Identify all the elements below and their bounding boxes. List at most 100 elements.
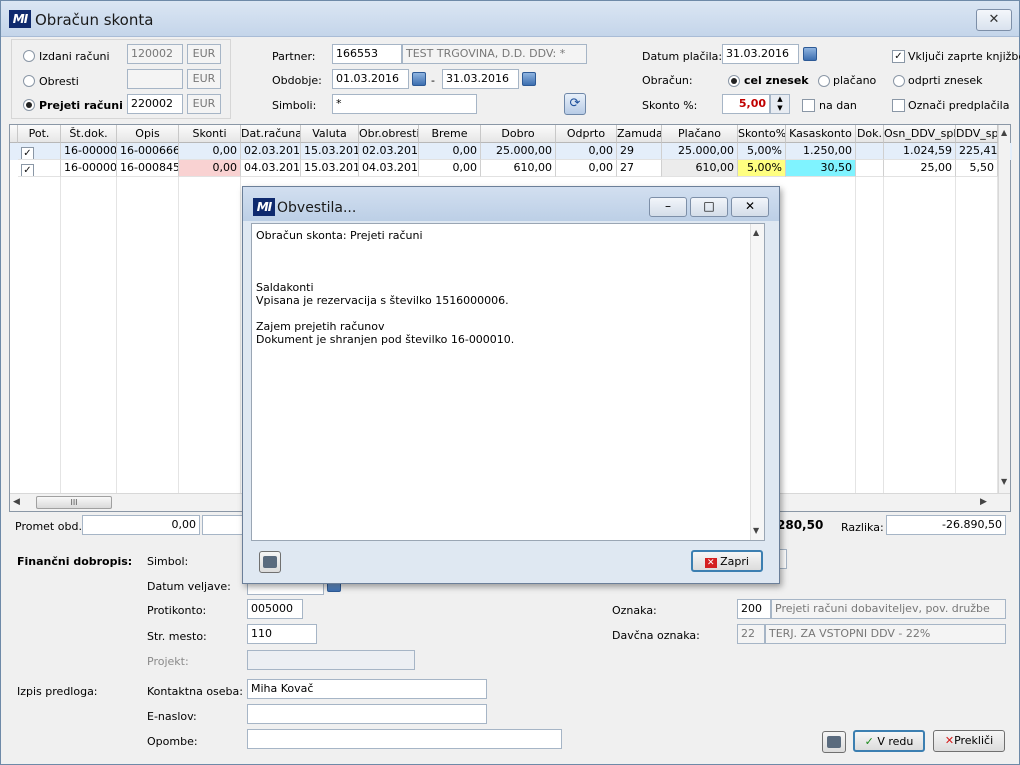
notifications-dialog: MI Obvestila... – □ ✕ Obračun skonta: Pr… (242, 186, 780, 584)
minimize-icon[interactable]: – (649, 197, 687, 217)
cell: 0,00 (419, 160, 481, 177)
discount-input[interactable]: 5,00 (722, 94, 770, 114)
col-header[interactable]: Dat.računa (241, 125, 301, 143)
include-closed-label: Vključi zaprte knjižbe (908, 50, 1020, 63)
row1-pot-checkbox[interactable]: ✓ (18, 143, 61, 160)
partner-label: Partner: (272, 50, 316, 63)
col-header[interactable]: Odprto (556, 125, 617, 143)
window-close-button[interactable]: ✕ (976, 9, 1012, 31)
prejeti-code-field[interactable]: 220002 (127, 94, 183, 114)
payment-date-input[interactable]: 31.03.2016 (722, 44, 799, 64)
cell: 16-000666 (117, 143, 179, 160)
scroll-left-icon[interactable]: ◀ (13, 497, 20, 507)
spinner-icon[interactable]: ▲ ▼ (770, 94, 790, 114)
grid-line (240, 143, 241, 495)
calendar-icon[interactable] (412, 72, 426, 86)
message-scrollbar[interactable]: ▲ ▼ (750, 224, 764, 540)
account-input[interactable]: 005000 (247, 599, 303, 619)
partner-code-input[interactable]: 166553 (332, 44, 402, 64)
radio-izdani[interactable] (23, 50, 35, 62)
scroll-down-icon[interactable]: ▼ (753, 526, 759, 535)
col-header[interactable]: Št.dok. (61, 125, 117, 143)
dialog-print-button[interactable] (259, 551, 281, 573)
col-header[interactable]: Skonto% (738, 125, 786, 143)
cost-center-input[interactable]: 110 (247, 624, 317, 644)
col-header[interactable]: Skonti (179, 125, 241, 143)
calendar-icon[interactable] (522, 72, 536, 86)
discount-label: Skonto %: (642, 99, 698, 112)
scroll-thumb[interactable]: III (36, 496, 112, 509)
row-indicator-header (10, 125, 18, 143)
finance-section-label: Finančni dobropis: (17, 555, 133, 568)
col-header[interactable]: Osn_DDV_spl (884, 125, 956, 143)
col-header[interactable]: Breme (419, 125, 481, 143)
maximize-icon[interactable]: □ (690, 197, 728, 217)
radio-obresti[interactable] (23, 75, 35, 87)
cell: 610,00 (481, 160, 556, 177)
col-header[interactable]: DDV_sp (956, 125, 998, 143)
printer-icon (263, 556, 277, 568)
col-header[interactable]: Dobro (481, 125, 556, 143)
col-header[interactable]: Opis (117, 125, 179, 143)
email-input[interactable] (247, 704, 487, 724)
tax-desc-field: TERJ. ZA VSTOPNI DDV - 22% (765, 624, 1006, 644)
col-header[interactable]: Dok. (856, 125, 884, 143)
cell: 15.03.2016 (301, 143, 359, 160)
col-header[interactable]: Kasaskonto (786, 125, 856, 143)
cell: 15.03.2016 (301, 160, 359, 177)
mark-code-input[interactable]: 200 (737, 599, 771, 619)
period-from-input[interactable]: 01.03.2016 (332, 69, 409, 89)
message-line: Dokument je shranjen pod številko 16-000… (256, 333, 515, 346)
message-line: Obračun skonta: Prejeti računi (256, 229, 423, 242)
cell: 225,41 (956, 143, 998, 160)
calendar-icon[interactable] (803, 47, 817, 61)
scroll-up-icon[interactable]: ▲ (753, 228, 759, 237)
col-header[interactable]: Zamuda (617, 125, 662, 143)
col-header[interactable]: Plačano (662, 125, 738, 143)
window-title: Obračun skonta (35, 11, 154, 29)
per-day-checkbox[interactable] (802, 99, 815, 112)
scroll-down-icon[interactable]: ▼ (1001, 477, 1007, 486)
cell: 5,50 (956, 160, 998, 177)
cancel-button[interactable]: ✕Prekliči (933, 730, 1005, 752)
radio-odprti-znesek[interactable] (893, 75, 905, 87)
close-icon[interactable]: ✕ (731, 197, 769, 217)
cell: 29 (617, 143, 662, 160)
cell: 1.024,59 (884, 143, 956, 160)
scroll-right-icon[interactable]: ▶ (980, 497, 987, 507)
cell: 04.03.2016 (241, 160, 301, 177)
radio-placano[interactable] (818, 75, 830, 87)
radio-cel-znesek[interactable] (728, 75, 740, 87)
grid-line (955, 143, 956, 495)
cell: 30,50 (786, 160, 856, 177)
col-header[interactable]: Valuta (301, 125, 359, 143)
period-separator: - (431, 74, 435, 87)
mark-prepaid-label: Označi predplačila (908, 99, 1010, 112)
col-header[interactable]: Obr.obresti (359, 125, 419, 143)
cancel-label: Prekliči (954, 734, 994, 747)
check-icon[interactable]: ✓ (21, 164, 34, 176)
mark-label: Oznaka: (612, 604, 657, 617)
partner-name-field: TEST TRGOVINA, D.D. DDV: * (402, 44, 587, 64)
refresh-icon[interactable]: ⟳ (564, 93, 586, 115)
scroll-up-icon[interactable]: ▲ (1001, 128, 1007, 137)
period-label: Obdobje: (272, 74, 322, 87)
mark-prepaid-checkbox[interactable] (892, 99, 905, 112)
payment-date-label: Datum plačila: (642, 50, 723, 63)
grid-line (116, 143, 117, 495)
close-dialog-button[interactable]: ✕ Zapri (691, 550, 763, 572)
message-box: Obračun skonta: Prejeti računi Saldakont… (251, 223, 765, 541)
period-to-input[interactable]: 31.03.2016 (442, 69, 519, 89)
ok-button[interactable]: ✓ V redu (853, 730, 925, 752)
row2-pot-checkbox[interactable]: ✓ (18, 160, 61, 177)
contact-input[interactable]: Miha Kovač (247, 679, 487, 699)
symbols-input[interactable]: * (332, 94, 477, 114)
radio-prejeti[interactable] (23, 99, 35, 111)
include-closed-checkbox[interactable]: ✓ (892, 50, 905, 63)
notes-input[interactable] (247, 729, 562, 749)
check-icon[interactable]: ✓ (21, 147, 34, 159)
print-button[interactable] (822, 731, 846, 753)
grid-vertical-scrollbar[interactable]: ▲ ▼ (998, 125, 1010, 493)
difference-field: -26.890,50 (886, 515, 1006, 535)
col-header[interactable]: Pot. (18, 125, 61, 143)
